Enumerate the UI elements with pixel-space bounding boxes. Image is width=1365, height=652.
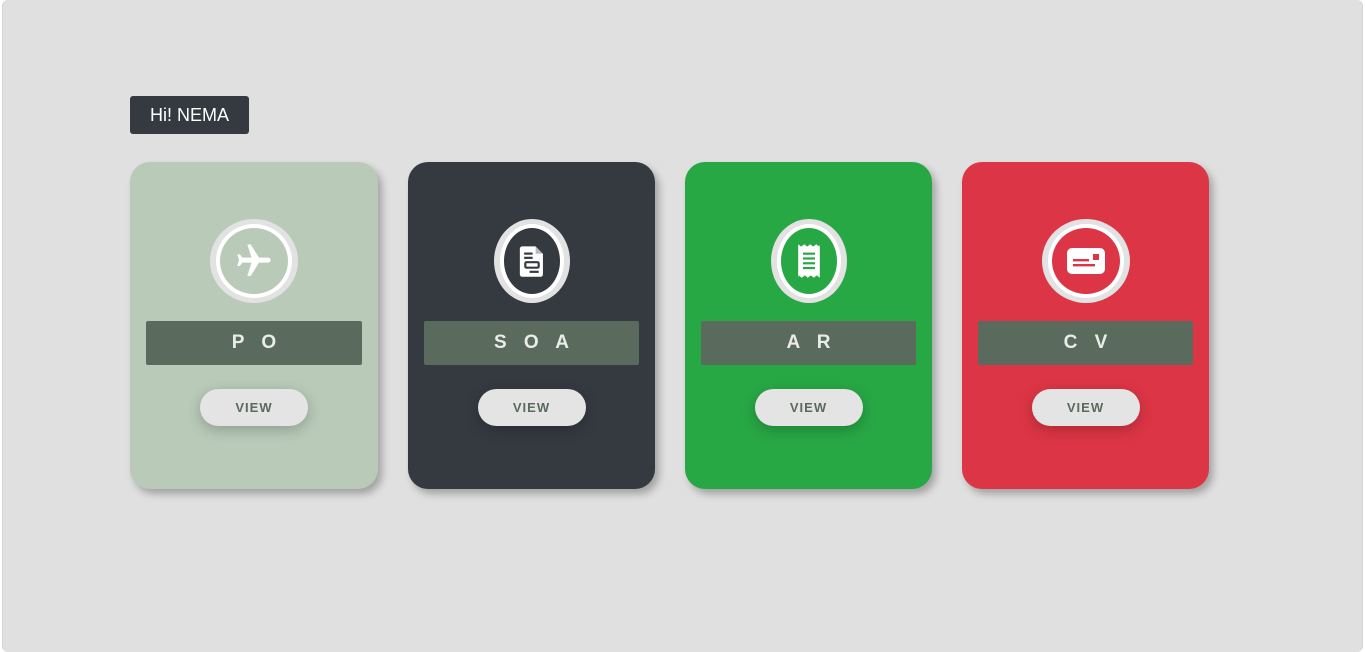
card-grid: P O VIEW S O A VIEW A R VIEW C V VIEW — [130, 162, 1209, 489]
greeting-badge: Hi! NEMA — [130, 96, 250, 134]
card-cv: C V VIEW — [962, 162, 1209, 489]
icon-ring — [770, 219, 847, 303]
receipt-icon — [776, 224, 841, 298]
id-card-icon — [1047, 224, 1124, 298]
card-title-cv: C V — [978, 321, 1193, 365]
view-button-ar[interactable]: VIEW — [754, 389, 863, 426]
icon-ring — [1041, 219, 1130, 303]
card-title-ar: A R — [701, 321, 916, 365]
document-icon — [499, 224, 564, 298]
card-ar: A R VIEW — [685, 162, 932, 489]
card-soa: S O A VIEW — [408, 162, 655, 489]
view-button-cv[interactable]: VIEW — [1031, 389, 1140, 426]
page-background: Hi! NEMA P O VIEW S O A VIEW A R VIEW C … — [2, 0, 1363, 652]
view-button-soa[interactable]: VIEW — [477, 389, 586, 426]
icon-ring — [493, 219, 570, 303]
card-title-po: P O — [146, 321, 362, 365]
card-title-soa: S O A — [424, 321, 639, 365]
view-button-po[interactable]: VIEW — [200, 389, 308, 426]
card-po: P O VIEW — [130, 162, 378, 489]
icon-ring — [210, 219, 298, 303]
airplane-icon — [216, 224, 292, 298]
